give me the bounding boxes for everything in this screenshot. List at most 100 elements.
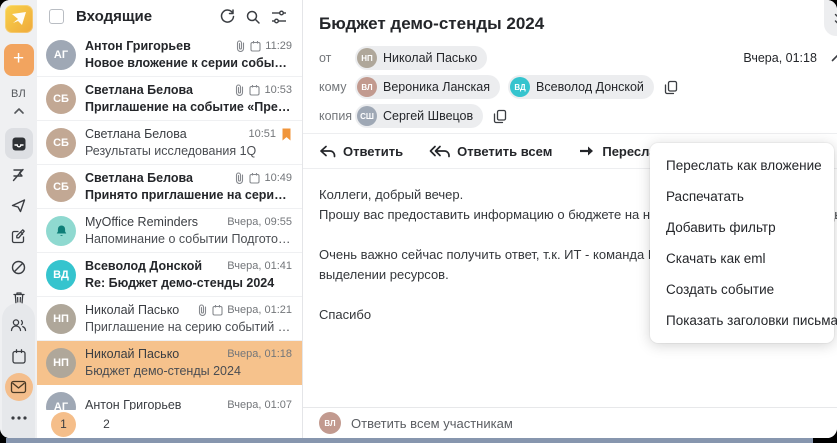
folder-drafts-icon[interactable] — [5, 221, 33, 252]
refresh-icon[interactable] — [214, 4, 240, 30]
calendar-icon — [249, 84, 261, 96]
email-row[interactable]: MyOffice Reminders Вчера, 09:55 Напомина… — [37, 209, 302, 253]
email-subject: Приглашение на событие «Предварительно..… — [85, 100, 292, 114]
email-row[interactable]: СБ Светлана Белова 10:53 Приглашение на … — [37, 77, 302, 121]
email-time: Вчера, 01:07 — [227, 399, 292, 410]
reply-icon — [320, 145, 336, 157]
email-time: 10:51 — [248, 128, 276, 140]
sender-name: Николай Пасько — [85, 303, 180, 317]
folder-flagged-icon[interactable] — [5, 159, 33, 190]
sender-name: Николай Пасько — [85, 347, 180, 361]
copy-recipients-icon[interactable] — [664, 80, 678, 95]
more-apps-icon[interactable] — [5, 404, 33, 432]
sender-name: Светлана Белова — [85, 171, 193, 185]
collapse-header-icon[interactable] — [831, 54, 837, 62]
menu-item-print[interactable]: Распечатать — [650, 181, 834, 212]
chip-name: Николай Пасько — [383, 51, 478, 65]
cc-row: копия СШ Сергей Швецов — [319, 104, 837, 128]
email-time: 10:53 — [264, 84, 292, 96]
page-button-1[interactable]: 1 — [51, 411, 76, 437]
to-row: кому ВЛ Вероника Ланская ВД Всеволод Дон… — [319, 75, 837, 99]
menu-item-show-headers[interactable]: Показать заголовки письма — [650, 305, 837, 336]
mail-logo-icon — [11, 12, 26, 25]
compose-button[interactable]: + — [3, 44, 34, 76]
chip-name: Сергей Швецов — [383, 109, 474, 123]
pagination: 1 2 — [37, 410, 302, 438]
attachment-icon — [197, 304, 208, 316]
reply-all-button[interactable]: Ответить всем — [429, 144, 552, 159]
menu-item-create-event[interactable]: Создать событие — [650, 274, 834, 305]
to-label: кому — [319, 80, 347, 94]
folder-sent-icon[interactable] — [5, 190, 33, 221]
sender-name: Светлана Белова — [85, 127, 187, 141]
email-row[interactable]: НП Николай Пасько Вчера, 01:21 Приглашен… — [37, 297, 302, 341]
folder-spam-icon[interactable] — [5, 252, 33, 283]
desktop-edge — [6, 438, 813, 443]
sender-name: Антон Григорьев — [85, 398, 182, 410]
message-subject: Бюджет демо-стенды 2024 — [319, 14, 545, 33]
avatar: НП — [46, 347, 76, 378]
avatar: АГ — [46, 39, 76, 70]
avatar: ВЛ — [357, 77, 377, 97]
email-row[interactable]: АГ Антон Григорьев Вчера, 01:07 — [37, 385, 302, 410]
avatar: ВД — [510, 77, 531, 97]
email-subject: Напоминание о событии Подготовить отчет.… — [85, 232, 292, 246]
tasks-panel-toggle[interactable] — [823, 0, 837, 36]
calendar-icon — [212, 304, 223, 316]
email-row[interactable]: СБ Светлана Белова 10:51 Результаты иссл… — [37, 121, 302, 165]
email-subject: Бюджет демо-стенды 2024 — [85, 364, 241, 378]
message-date: Вчера, 01:18 — [743, 51, 817, 65]
bookmark-flag-icon — [281, 128, 292, 141]
email-time: Вчера, 01:18 — [227, 348, 292, 360]
menu-item-add-filter[interactable]: Добавить фильтр — [650, 212, 834, 243]
rail-apps-group — [2, 303, 35, 438]
forward-icon — [580, 146, 594, 155]
avatar: СБ — [46, 171, 76, 202]
page-button-2[interactable]: 2 — [94, 412, 119, 437]
recipient-chip[interactable]: ВЛ Вероника Ланская — [355, 75, 501, 99]
email-subject: Новое вложение к серии событий «Аналити.… — [85, 56, 292, 70]
from-label: от — [319, 51, 332, 65]
recipient-chip[interactable]: ВД Всеволод Донской — [508, 75, 654, 99]
email-row-selected[interactable]: НП Николай Пасько Вчера, 01:18 Бюджет де… — [37, 341, 302, 385]
list-header: Входящие — [37, 0, 302, 33]
collapse-rail-icon[interactable] — [13, 102, 25, 120]
email-time: Вчера, 09:55 — [227, 216, 292, 228]
reply-all-icon — [429, 145, 450, 157]
copy-cc-icon[interactable] — [493, 109, 507, 124]
menu-item-download-eml[interactable]: Скачать как eml — [650, 243, 834, 274]
reply-button[interactable]: Ответить — [319, 144, 403, 159]
avatar: ВД — [46, 259, 76, 290]
from-chip[interactable]: НП Николай Пасько — [355, 46, 488, 70]
left-rail: + ВЛ — [0, 0, 37, 438]
quick-reply-bar[interactable]: ВЛ Ответить всем участникам — [303, 407, 837, 438]
sender-name: MyOffice Reminders — [85, 215, 198, 229]
cc-label: копия — [319, 109, 353, 123]
attachment-icon — [234, 84, 245, 96]
email-subject: Результаты исследования 1Q — [85, 144, 257, 158]
user-avatar: ВЛ — [319, 412, 341, 434]
email-time: 11:29 — [265, 40, 292, 52]
attachment-icon — [235, 40, 246, 52]
calendar-icon — [250, 40, 261, 52]
avatar: АГ — [46, 391, 76, 410]
email-row[interactable]: СБ Светлана Белова 10:49 Принято приглаш… — [37, 165, 302, 209]
email-rows: АГ Антон Григорьев 11:29 Новое вложение … — [37, 33, 302, 410]
quick-reply-placeholder[interactable]: Ответить всем участникам — [351, 416, 513, 431]
email-row[interactable]: ВД Всеволод Донской Вчера, 01:41 Re: Бюд… — [37, 253, 302, 297]
select-all-checkbox[interactable] — [49, 9, 64, 24]
contacts-icon[interactable] — [5, 311, 33, 339]
profile-initials[interactable]: ВЛ — [11, 88, 26, 100]
email-time: 10:49 — [264, 172, 292, 184]
menu-item-forward-as-attachment[interactable]: Переслать как вложение — [650, 150, 834, 181]
folder-inbox-icon[interactable] — [4, 128, 33, 159]
search-icon[interactable] — [240, 4, 266, 30]
filter-settings-icon[interactable] — [266, 4, 292, 30]
email-row[interactable]: АГ Антон Григорьев 11:29 Новое вложение … — [37, 33, 302, 77]
app-logo[interactable] — [4, 5, 33, 33]
mail-app-icon[interactable] — [4, 373, 33, 401]
sender-name: Светлана Белова — [85, 83, 193, 97]
cc-chip[interactable]: СШ Сергей Швецов — [355, 104, 484, 128]
reminder-bell-avatar — [46, 215, 76, 246]
calendar-app-icon[interactable] — [5, 342, 33, 370]
